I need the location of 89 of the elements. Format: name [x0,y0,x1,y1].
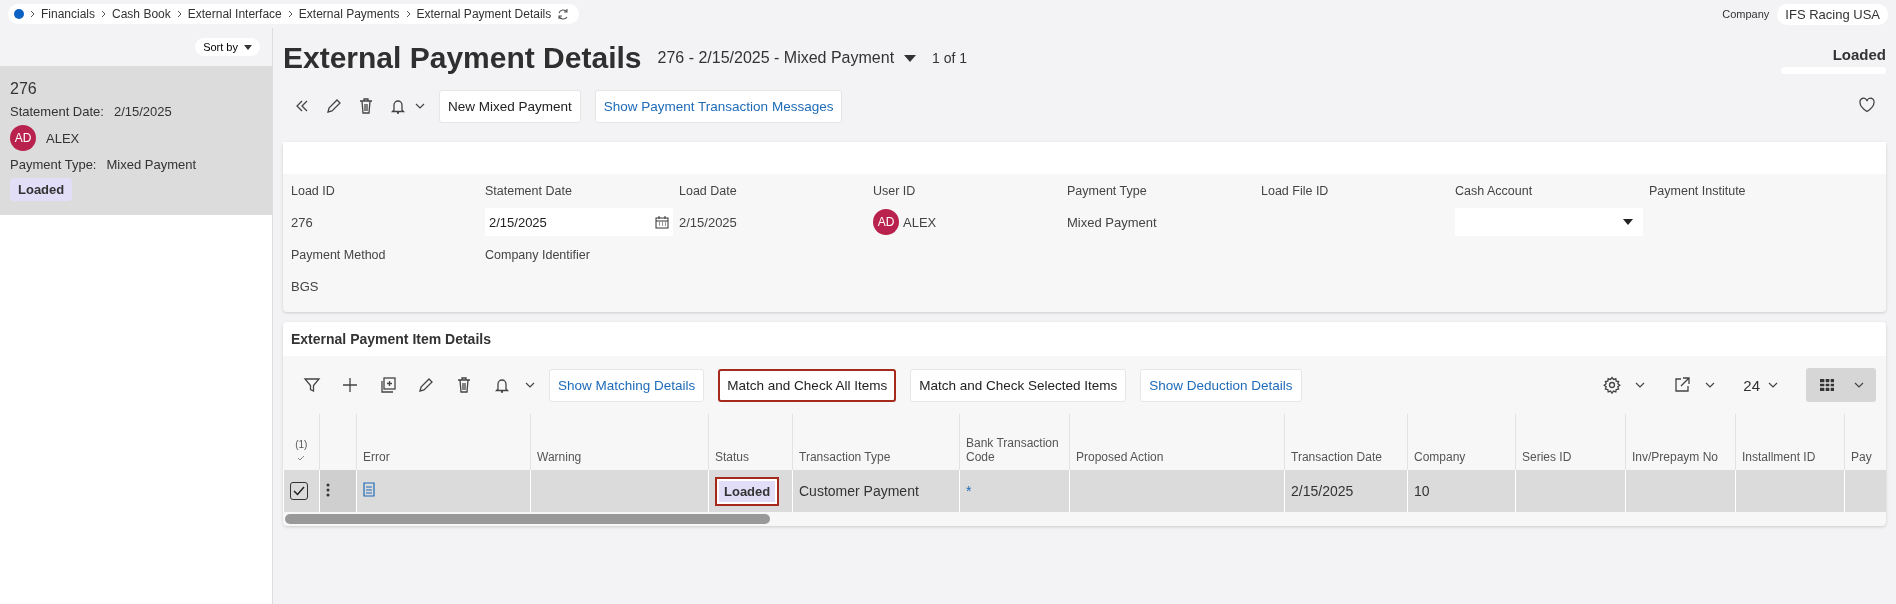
field-label: Payment Institute [1649,184,1747,198]
chevron-down-icon [1854,382,1864,388]
home-icon[interactable] [14,9,24,19]
scrollbar-thumb[interactable] [285,514,770,524]
table-row[interactable]: Loaded Customer Payment * 2/15/2025 10 [283,470,1886,512]
record-id: 276 [10,80,38,98]
page-size-selector[interactable]: 24 [1743,376,1760,394]
bell-icon[interactable] [389,97,407,115]
record-counter: 1 of 1 [932,50,968,66]
breadcrumb-link[interactable]: External Payment Details [416,7,552,21]
caret-down-icon [1623,219,1633,225]
table-view-icon[interactable] [1818,376,1836,394]
field-value: 2/15/2025 [113,104,172,119]
field-label: Payment Method [291,248,387,262]
chevron-right-icon [176,10,182,18]
refresh-icon[interactable] [557,8,570,20]
settings-icon[interactable] [1603,376,1622,394]
row-checkbox[interactable] [290,482,308,500]
field-label: Load Date [679,184,738,198]
action-button[interactable]: Show Matching Details [549,368,705,402]
table-cell: 10 [1407,470,1516,512]
user-avatar: AD [10,125,36,151]
toolbar-button[interactable]: New Mixed Payment [439,89,581,123]
table-cell: Customer Payment [792,470,960,512]
edit-icon[interactable] [325,97,343,115]
more-icon[interactable] [326,482,330,497]
view-selector[interactable] [1806,368,1876,402]
user-avatar: AD [873,209,899,235]
status-badge: Loaded [10,178,73,201]
calendar-icon[interactable] [655,215,669,229]
chevron-right-icon [101,10,107,18]
record-selector[interactable]: 276 - 2/15/2025 - Mixed Payment [657,49,895,67]
toolbar-button[interactable]: Show Payment Transaction Messages [594,89,843,123]
status-badge: Loaded [715,476,780,506]
caret-down-icon[interactable] [904,54,917,62]
field-value: Mixed Payment [1067,214,1157,230]
field-label: Load File ID [1261,184,1330,198]
chevron-down-icon [1635,382,1646,388]
delete-icon[interactable] [357,97,375,115]
field-label: Company Identifier [485,248,591,262]
add-icon[interactable] [341,376,359,394]
breadcrumb-link[interactable]: Financials [41,7,96,21]
field-label: Statement Date: [10,104,104,119]
export-icon[interactable] [1673,376,1692,394]
chevron-right-icon [287,10,293,18]
table-cell: 2/15/2025 [1284,470,1408,512]
company-selector[interactable]: IFS Racing USA [1777,3,1888,25]
company-label: Company [1722,8,1770,20]
field-value: Mixed Payment [106,157,197,172]
sort-button[interactable]: Sort by [195,38,260,56]
checkmark-icon[interactable] [297,455,306,461]
caret-down-icon [244,44,252,50]
chevron-down-icon [1705,382,1716,388]
breadcrumb-link[interactable]: Cash Book [112,7,171,21]
date-field[interactable]: 2/15/2025 [485,208,673,236]
action-button[interactable]: Show Deduction Details [1140,368,1302,402]
selected-count: (1) [294,439,309,450]
record-card[interactable]: 276 Statement Date: 2/15/2025 AD ALEX Payment Type: Mixed Payment Loaded [0,66,272,215]
duplicate-icon[interactable] [379,376,397,394]
chevron-right-icon [30,10,35,18]
dropdown-field[interactable] [1455,208,1643,236]
chevron-down-icon [525,382,535,388]
filter-icon[interactable] [303,376,321,394]
field-label: Cash Account [1455,184,1534,198]
bell-icon[interactable] [493,376,511,394]
favorite-icon[interactable] [1858,95,1876,114]
page-title: External Payment Details [283,41,642,75]
field-label: Payment Type: [10,157,97,172]
field-label: Load ID [291,184,336,198]
action-button[interactable]: Match and Check All Items [718,368,897,402]
breadcrumb-link[interactable]: External Payments [298,7,400,21]
field-value: 276 [291,214,313,230]
delete-icon[interactable] [455,376,473,394]
field-value: 2/15/2025 [679,214,737,230]
field-label: Payment Type [1067,184,1148,198]
field-label: Statement Date [485,184,573,198]
breadcrumb-link[interactable]: External Interface [187,7,282,21]
table-cell: * [959,470,1070,512]
section-title: External Payment Item Details [283,322,1886,356]
chevron-down-icon [415,103,425,109]
user-name: ALEX [46,130,80,146]
field-label: User ID [873,184,917,198]
field-value: BGS [291,278,319,294]
chevron-down-icon [1768,382,1778,388]
chevron-right-icon [405,10,411,18]
action-button[interactable]: Match and Check Selected Items [910,368,1127,402]
status-text: Loaded [1832,46,1886,63]
edit-icon[interactable] [417,376,435,394]
field-value: ALEX [903,214,937,230]
